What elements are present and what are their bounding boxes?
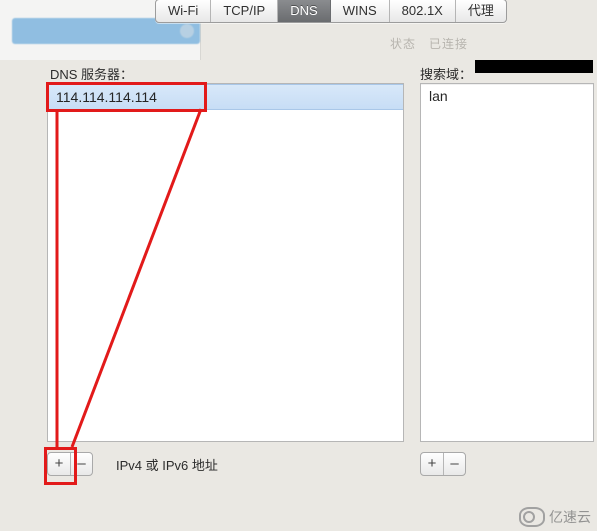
- watermark: 亿速云: [519, 507, 591, 527]
- tab-dns[interactable]: DNS: [278, 0, 330, 22]
- network-settings-tabbar: Wi-Fi TCP/IP DNS WINS 802.1X 代理: [155, 0, 507, 23]
- tab-wins[interactable]: WINS: [331, 0, 390, 22]
- dns-servers-label: DNS 服务器：: [50, 64, 133, 83]
- tab-proxy[interactable]: 代理: [456, 0, 506, 22]
- search-domains-stepper: + –: [420, 452, 466, 476]
- dns-servers-stepper: + –: [47, 452, 93, 476]
- status-text: 状态 已连接: [390, 35, 468, 52]
- dns-server-entry[interactable]: 114.114.114.114: [48, 84, 403, 110]
- tab-wifi[interactable]: Wi-Fi: [156, 0, 211, 22]
- search-add-button[interactable]: +: [421, 453, 443, 475]
- redacted-bar: [475, 60, 593, 73]
- search-domains-list[interactable]: lan: [420, 83, 594, 442]
- tab-8021x[interactable]: 802.1X: [390, 0, 456, 22]
- search-domain-entry[interactable]: lan: [421, 84, 593, 108]
- dns-servers-list[interactable]: 114.114.114.114: [47, 83, 404, 442]
- watermark-text: 亿速云: [549, 507, 591, 527]
- dns-add-button[interactable]: +: [48, 453, 70, 475]
- dns-hint-label: IPv4 或 IPv6 地址: [116, 455, 218, 474]
- search-remove-button[interactable]: –: [443, 453, 465, 475]
- dns-remove-button[interactable]: –: [70, 453, 92, 475]
- watermark-logo-icon: [519, 507, 545, 527]
- tab-tcpip[interactable]: TCP/IP: [211, 0, 278, 22]
- search-domains-label: 搜索域：: [420, 64, 472, 83]
